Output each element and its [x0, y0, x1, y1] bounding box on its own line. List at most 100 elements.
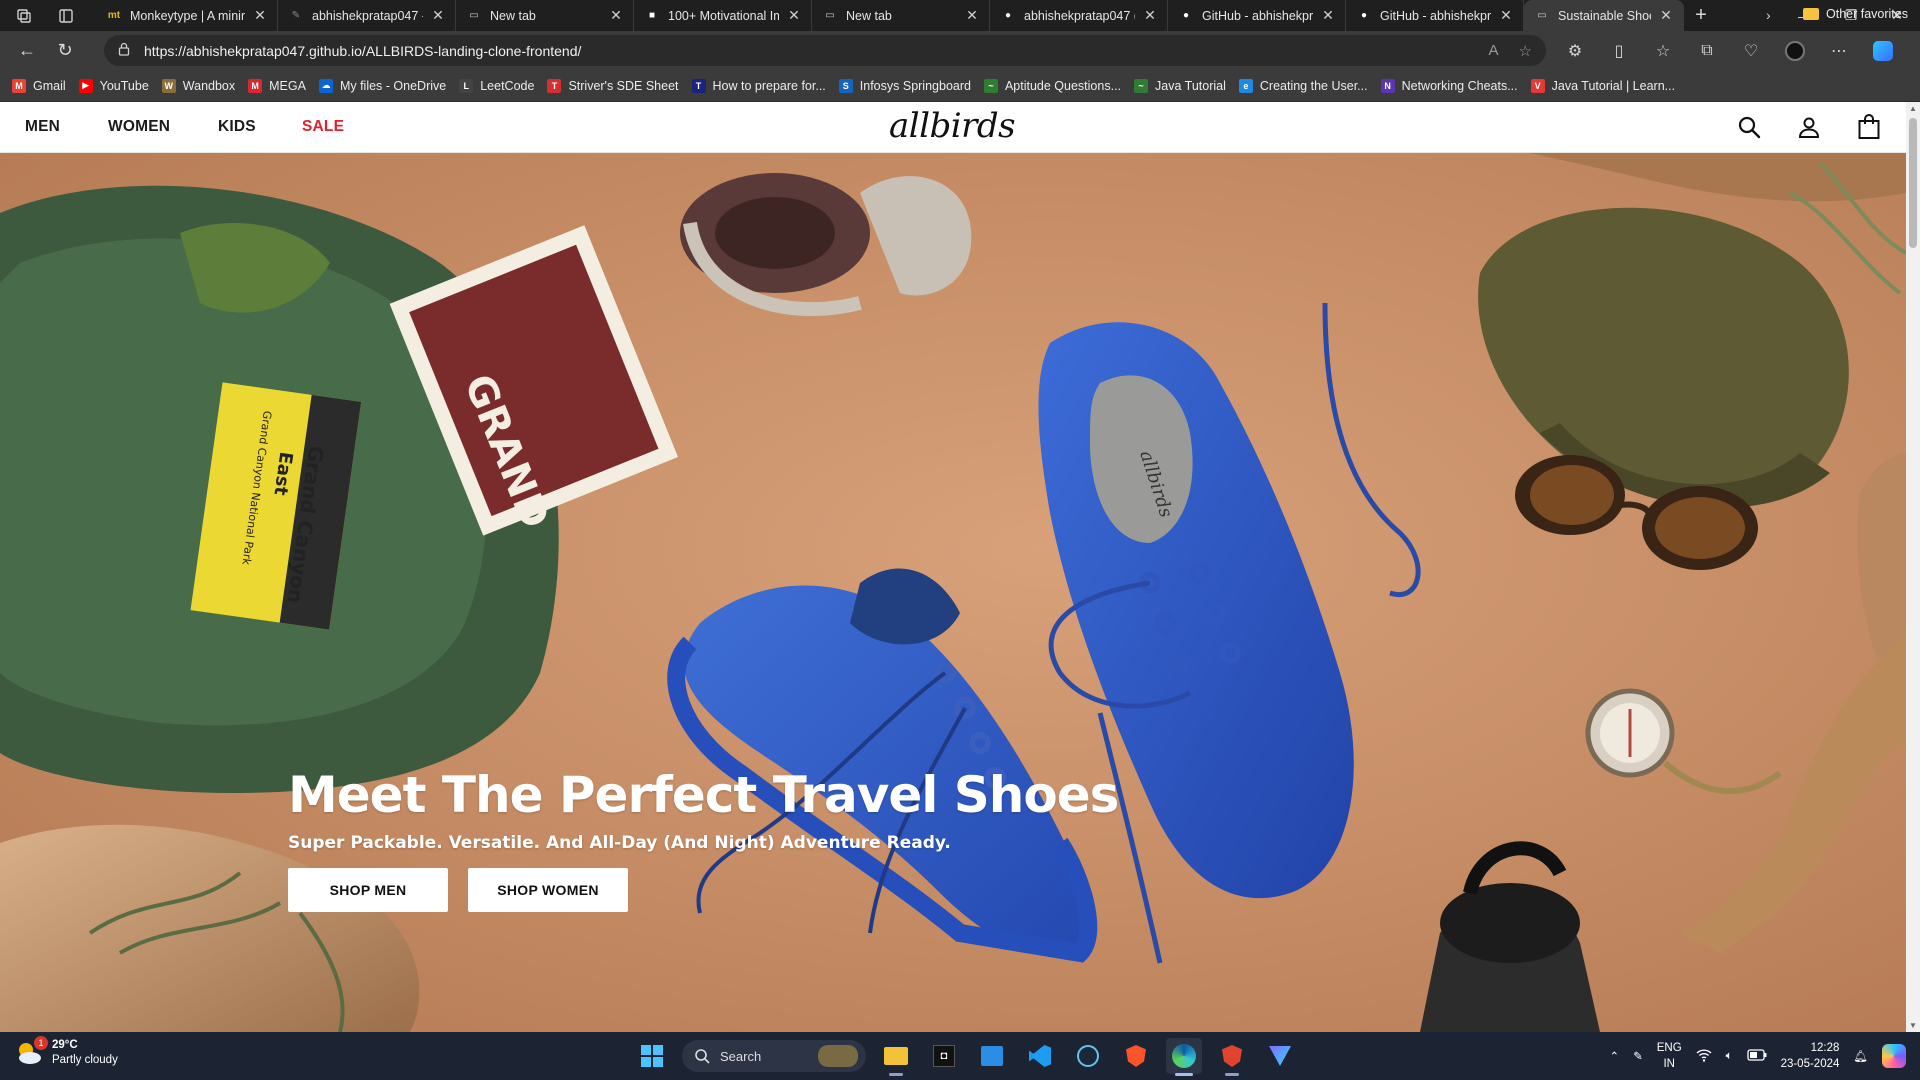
bookmark-item[interactable]: ~ Aptitude Questions...	[983, 78, 1121, 93]
weather-badge: 1	[34, 1036, 48, 1050]
favorite-star-icon[interactable]: ☆	[1519, 42, 1532, 60]
brave-icon[interactable]	[1118, 1038, 1154, 1074]
browser-essentials-icon[interactable]: ♡	[1732, 35, 1770, 67]
bookmark-label: Java Tutorial | Learn...	[1551, 78, 1676, 93]
new-tab-button[interactable]: +	[1684, 4, 1718, 27]
split-screen-icon[interactable]: ▯	[1600, 35, 1638, 67]
refresh-icon[interactable]: ↻	[46, 35, 84, 67]
battery-icon[interactable]	[1746, 1048, 1767, 1064]
bookmark-label: Infosys Springboard	[859, 78, 971, 93]
search-icon[interactable]	[1736, 114, 1762, 140]
account-icon[interactable]	[1796, 114, 1822, 140]
bookmarks-overflow-icon[interactable]: ›	[1766, 7, 1771, 23]
steam-icon[interactable]	[1070, 1038, 1106, 1074]
volume-icon[interactable]: 🔈︎	[1726, 1050, 1733, 1063]
browser-tab[interactable]: ● GitHub - abhishekpra ✕	[1168, 0, 1346, 31]
tab-close-icon[interactable]: ✕	[431, 7, 445, 24]
bookmark-item[interactable]: ~ Java Tutorial	[1134, 78, 1226, 93]
media-app-icon[interactable]: ◘	[926, 1038, 962, 1074]
shop-men-button[interactable]: SHOP MEN	[288, 868, 448, 912]
bookmark-item[interactable]: ▶ YouTube	[78, 78, 149, 93]
tnp-icon: T	[691, 78, 706, 93]
bookmark-label: Creating the User...	[1259, 78, 1368, 93]
browser-tab[interactable]: ■ 100+ Motivational Im ✕	[634, 0, 812, 31]
browser-tabstrip: mt Monkeytype | A minim ✕ ✎ abhishekpratap04…	[0, 0, 1920, 31]
wifi-icon[interactable]	[1696, 1048, 1712, 1065]
edge-icon[interactable]	[1166, 1038, 1202, 1076]
scroll-down-icon[interactable]: ▼	[1908, 1021, 1918, 1030]
nav-women[interactable]: WOMEN	[108, 118, 170, 136]
browser-tab[interactable]: ▭ New tab ✕	[456, 0, 634, 31]
tab-actions-icon[interactable]	[56, 6, 76, 26]
tab-close-icon[interactable]: ✕	[965, 7, 979, 24]
language-indicator[interactable]: ENG IN	[1657, 1040, 1682, 1072]
lock-icon[interactable]	[118, 42, 130, 59]
vscode-icon[interactable]	[1022, 1038, 1058, 1074]
bookmark-item[interactable]: M MEGA	[248, 78, 306, 93]
notifications-icon[interactable]: 🔔︎	[1853, 1049, 1868, 1063]
nav-kids[interactable]: KIDS	[218, 118, 256, 136]
scroll-up-icon[interactable]: ▲	[1908, 104, 1918, 113]
tab-title: Monkeytype | A minim	[130, 8, 245, 23]
nav-sale[interactable]: SALE	[302, 118, 344, 136]
bookmark-item[interactable]: N Networking Cheats...	[1380, 78, 1518, 93]
pen-icon[interactable]: ✎	[1633, 1049, 1643, 1063]
file-explorer-icon[interactable]	[878, 1038, 914, 1076]
youtube-icon: ▶	[78, 78, 93, 93]
profile-avatar[interactable]	[1776, 35, 1814, 67]
bookmark-item[interactable]: ☁ My files - OneDrive	[318, 78, 446, 93]
bookmark-item[interactable]: T How to prepare for...	[691, 78, 826, 93]
bookmark-item[interactable]: M Gmail	[12, 78, 66, 93]
hero-subtitle: Super Packable. Versatile. And All-Day (…	[288, 833, 951, 853]
other-favorites[interactable]: Other favorites	[1803, 7, 1908, 21]
bookmark-item[interactable]: L LeetCode	[459, 78, 534, 93]
tab-close-icon[interactable]: ✕	[1143, 7, 1157, 24]
copilot-taskbar-icon[interactable]	[1882, 1044, 1906, 1068]
browser-tab[interactable]: ▭ New tab ✕	[812, 0, 990, 31]
browser-tab[interactable]: ● abhishekpratap047 (A ✕	[990, 0, 1168, 31]
windows-start-icon[interactable]	[634, 1038, 670, 1074]
back-icon[interactable]: ←	[8, 35, 46, 67]
weather-widget[interactable]: 1 29°C Partly cloudy	[14, 1036, 118, 1068]
cart-icon[interactable]	[1856, 114, 1882, 140]
collections-icon[interactable]: ⧉	[1688, 35, 1726, 67]
browser-tab[interactable]: ▭ Sustainable Shoes & ✕	[1524, 0, 1684, 31]
favorites-icon[interactable]: ☆	[1644, 35, 1682, 67]
tab-close-icon[interactable]: ✕	[1499, 7, 1513, 24]
brave-nightly-icon[interactable]	[1214, 1038, 1250, 1076]
page-scrollbar[interactable]: ▲ ▼	[1906, 102, 1920, 1032]
clock[interactable]: 12:28 23-05-2024	[1781, 1040, 1840, 1072]
read-aloud-icon[interactable]: A	[1489, 42, 1499, 60]
tab-close-icon[interactable]: ✕	[1659, 7, 1673, 24]
tuf-icon: T	[547, 78, 562, 93]
bookmark-item[interactable]: W Wandbox	[161, 78, 235, 93]
folder-icon	[1803, 8, 1819, 20]
taskbar-search[interactable]: Search	[682, 1040, 866, 1072]
tab-close-icon[interactable]: ✕	[787, 7, 801, 24]
nav-men[interactable]: MEN	[25, 118, 60, 136]
shop-women-button[interactable]: SHOP WOMEN	[468, 868, 628, 912]
browser-tab[interactable]: ● GitHub - abhishekpra ✕	[1346, 0, 1524, 31]
workspaces-icon[interactable]	[14, 6, 34, 26]
allbirds-logo[interactable]: allbirds	[889, 106, 1016, 146]
tab-close-icon[interactable]: ✕	[253, 7, 267, 24]
tray-overflow-icon[interactable]: ⌃	[1609, 1049, 1619, 1063]
extensions-icon[interactable]: ⚙	[1556, 35, 1594, 67]
tab-close-icon[interactable]: ✕	[609, 7, 623, 24]
bookmark-item[interactable]: e Creating the User...	[1238, 78, 1368, 93]
browser-tab[interactable]: ✎ abhishekpratap047 - ✕	[278, 0, 456, 31]
web-page: MEN WOMEN KIDS SALE allbirds GRAND Grand…	[0, 102, 1906, 1032]
more-menu-icon[interactable]: ⋯	[1820, 35, 1858, 67]
bookmark-item[interactable]: S Infosys Springboard	[838, 78, 971, 93]
scrollbar-thumb[interactable]	[1909, 118, 1917, 248]
address-text[interactable]: https://abhishekpratap047.github.io/ALLB…	[144, 43, 581, 59]
store-icon[interactable]	[974, 1038, 1010, 1074]
copilot-icon[interactable]	[1864, 35, 1902, 67]
tab-close-icon[interactable]: ✕	[1321, 7, 1335, 24]
vpn-icon[interactable]	[1262, 1038, 1298, 1074]
address-bar[interactable]: https://abhishekpratap047.github.io/ALLB…	[104, 35, 1546, 66]
browser-tab[interactable]: mt Monkeytype | A minim ✕	[96, 0, 278, 31]
infosys-icon: S	[838, 78, 853, 93]
bookmark-item[interactable]: V Java Tutorial | Learn...	[1530, 78, 1676, 93]
bookmark-item[interactable]: T Striver's SDE Sheet	[547, 78, 679, 93]
